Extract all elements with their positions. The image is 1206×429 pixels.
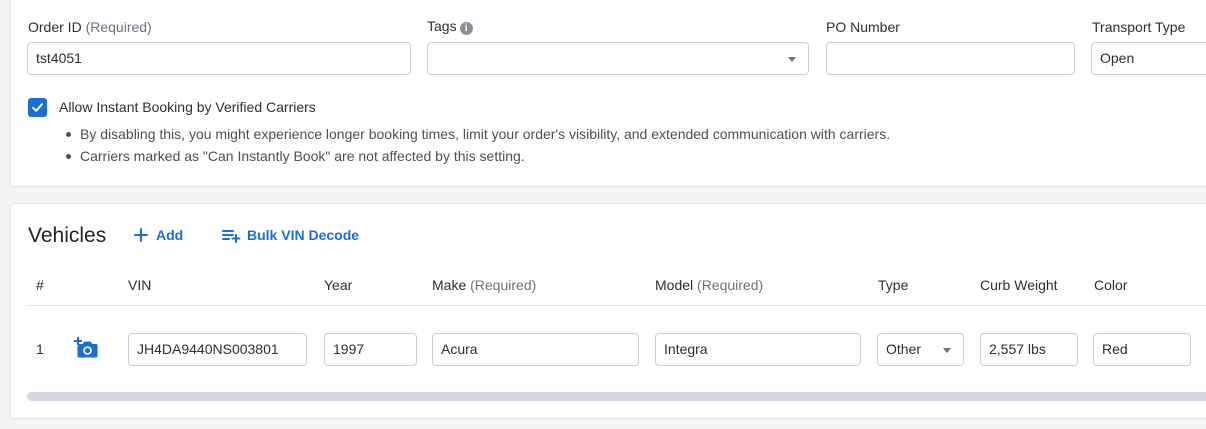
order-details-card: Order ID (Required) tst4051 Tags i PO Num… bbox=[10, 0, 1206, 187]
col-header-model: Model (Required) bbox=[655, 277, 763, 293]
model-value: Integra bbox=[664, 341, 708, 357]
tags-label: Tags i bbox=[427, 18, 473, 35]
make-input[interactable]: Acura bbox=[432, 333, 639, 366]
instant-booking-label: Allow Instant Booking by Verified Carrie… bbox=[59, 99, 316, 115]
transport-type-select[interactable]: Open bbox=[1091, 42, 1206, 75]
chevron-down-icon bbox=[943, 348, 951, 353]
vehicles-card: Vehicles Add Bulk VIN Decode # VIN Year … bbox=[10, 203, 1206, 419]
chevron-down-icon bbox=[788, 57, 796, 62]
add-photo-icon[interactable] bbox=[73, 335, 99, 362]
transport-type-label: Transport Type bbox=[1092, 19, 1186, 35]
order-id-input[interactable]: tst4051 bbox=[27, 42, 411, 75]
horizontal-scrollbar[interactable] bbox=[27, 392, 1206, 401]
col-header-model-required: (Required) bbox=[697, 277, 764, 293]
playlist-add-icon bbox=[222, 229, 241, 243]
col-header-year: Year bbox=[324, 277, 353, 293]
color-value: Red bbox=[1102, 341, 1128, 357]
col-header-model-text: Model bbox=[655, 277, 694, 293]
note-item: By disabling this, you might experience … bbox=[65, 123, 890, 145]
year-input[interactable]: 1997 bbox=[324, 333, 417, 366]
note-item: Carriers marked as "Can Instantly Book" … bbox=[65, 145, 890, 167]
curb-weight-value: 2,557 lbs bbox=[989, 341, 1046, 357]
make-value: Acura bbox=[441, 341, 478, 357]
col-header-num: # bbox=[36, 277, 44, 293]
order-id-label: Order ID (Required) bbox=[28, 19, 152, 35]
info-icon[interactable]: i bbox=[459, 22, 473, 35]
col-header-make-text: Make bbox=[432, 277, 467, 293]
add-vehicle-label: Add bbox=[156, 227, 184, 243]
tags-select[interactable] bbox=[427, 42, 809, 75]
header-divider bbox=[27, 305, 1206, 306]
type-value: Other bbox=[886, 341, 922, 357]
checkmark-icon bbox=[32, 103, 43, 112]
order-id-label-text: Order ID bbox=[28, 19, 82, 35]
bulk-vin-decode-button[interactable]: Bulk VIN Decode bbox=[222, 227, 359, 243]
po-number-label: PO Number bbox=[826, 19, 900, 35]
color-input[interactable]: Red bbox=[1093, 333, 1191, 366]
col-header-vin: VIN bbox=[128, 277, 152, 293]
po-number-input[interactable] bbox=[826, 42, 1075, 75]
transport-type-value: Open bbox=[1100, 50, 1135, 66]
add-vehicle-button[interactable]: Add bbox=[134, 227, 183, 243]
instant-booking-checkbox[interactable] bbox=[28, 98, 47, 117]
bulk-vin-decode-label: Bulk VIN Decode bbox=[247, 227, 360, 243]
vin-input[interactable]: JH4DA9440NS003801 bbox=[128, 333, 307, 366]
camera-plus-icon bbox=[74, 337, 98, 358]
curb-weight-input[interactable]: 2,557 lbs bbox=[980, 333, 1078, 366]
order-id-required-text: (Required) bbox=[85, 19, 152, 35]
order-id-value: tst4051 bbox=[36, 50, 82, 66]
tags-label-text: Tags bbox=[427, 18, 457, 34]
col-header-type: Type bbox=[878, 277, 909, 293]
vehicles-title: Vehicles bbox=[28, 224, 107, 247]
row-number: 1 bbox=[36, 341, 44, 357]
vin-value: JH4DA9440NS003801 bbox=[137, 341, 279, 357]
col-header-curb-weight: Curb Weight bbox=[980, 277, 1058, 293]
plus-icon bbox=[134, 228, 148, 242]
model-input[interactable]: Integra bbox=[655, 333, 861, 366]
year-value: 1997 bbox=[333, 341, 365, 357]
col-header-color: Color bbox=[1094, 277, 1128, 293]
instant-booking-notes: By disabling this, you might experience … bbox=[65, 123, 890, 167]
col-header-make: Make (Required) bbox=[432, 277, 536, 293]
col-header-make-required: (Required) bbox=[470, 277, 537, 293]
type-select[interactable]: Other bbox=[877, 333, 964, 366]
